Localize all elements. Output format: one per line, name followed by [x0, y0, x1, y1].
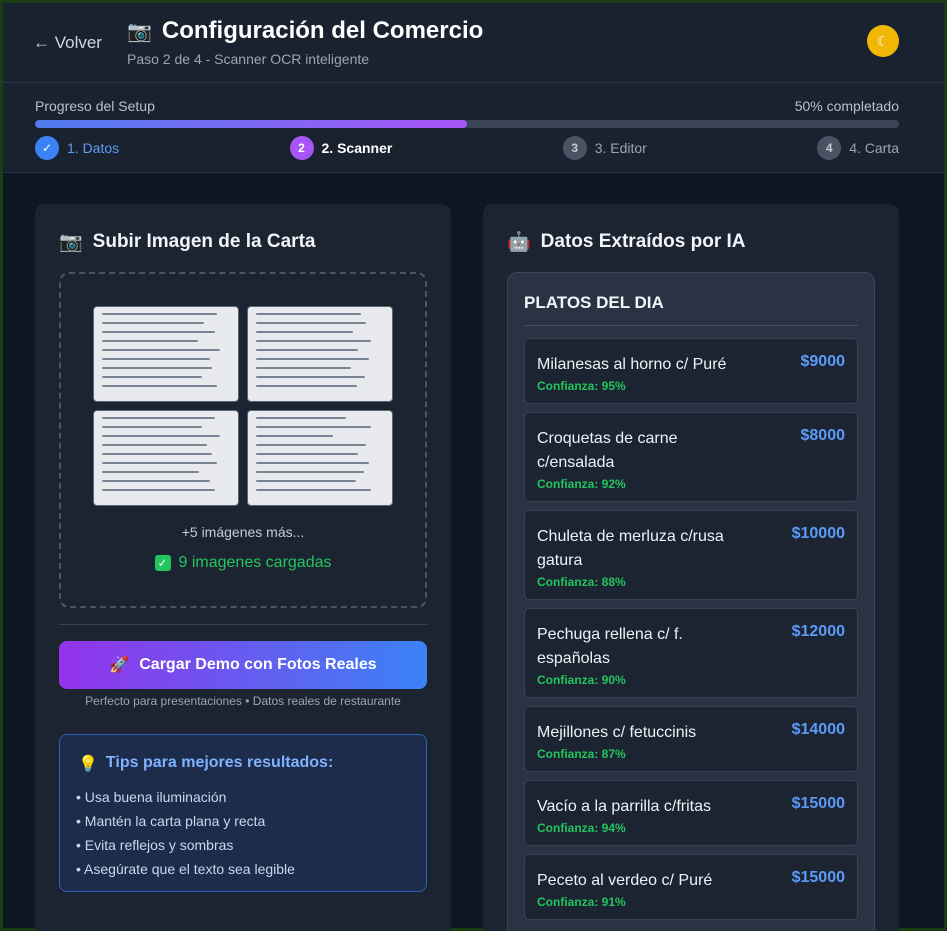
dish-card[interactable]: Chuleta de merluza c/rusa gatura $10000 …: [524, 510, 858, 600]
dish-price: $8000: [800, 427, 846, 444]
step-editor[interactable]: 3 3. Editor: [562, 136, 647, 160]
lightbulb-icon: 💡: [78, 756, 98, 773]
dish-name: Mejillones c/ fetuccinis: [537, 724, 697, 741]
upload-title-text: Subir Imagen de la Carta: [92, 231, 316, 252]
dish-name: Peceto al verdeo c/ Puré: [537, 872, 713, 889]
load-demo-button[interactable]: 🚀 Cargar Demo con Fotos Reales: [59, 641, 427, 689]
tips-list: Usa buena iluminación Mantén la carta pl…: [76, 785, 295, 881]
tips-title-text: Tips para mejores resultados:: [105, 754, 334, 771]
dish-card[interactable]: Milanesas al horno c/ Puré $9000 Confian…: [524, 338, 858, 404]
dish-card[interactable]: Vacío a la parrilla c/fritas $15000 Conf…: [524, 780, 858, 846]
check-icon: ✓: [154, 555, 171, 571]
rocket-icon: 🚀: [109, 657, 130, 674]
dish-name: Croquetas de carne c/ensalada: [537, 430, 678, 471]
dish-price: $10000: [791, 525, 845, 542]
step-number: 2: [289, 136, 314, 160]
dish-confidence: Confianza: 91%: [537, 895, 626, 909]
dish-card[interactable]: Pechuga rellena c/ f. españolas $12000 C…: [524, 608, 858, 698]
step-datos[interactable]: ✓ 1. Datos: [35, 136, 119, 160]
dish-price: $14000: [791, 721, 845, 738]
progress-label: Progreso del Setup: [35, 98, 155, 114]
top-header: ← Volver 📷 Configuración del Comercio Pa…: [3, 3, 944, 83]
step-label: 4. Carta: [849, 140, 899, 156]
tip-item: Asegúrate que el texto sea legible: [76, 857, 295, 881]
step-label: 3. Editor: [594, 140, 647, 156]
dish-price: $15000: [791, 869, 845, 886]
upload-panel-title: 📷 Subir Imagen de la Carta: [59, 230, 315, 254]
extracted-section: PLATOS DEL DIA Milanesas al horno c/ Pur…: [507, 272, 875, 931]
menu-photo-thumbnail[interactable]: [93, 306, 239, 402]
dish-confidence: Confianza: 88%: [537, 575, 626, 589]
dish-price: $12000: [791, 623, 845, 640]
dish-name: Vacío a la parrilla c/fritas: [537, 798, 711, 815]
step-number: 4: [817, 136, 842, 160]
upload-panel: 📷 Subir Imagen de la Carta +5 imágenes m…: [35, 204, 451, 931]
divider: [59, 624, 427, 625]
divider: [524, 325, 858, 326]
step-number: 3: [562, 136, 587, 160]
progress-status: 50% completado: [794, 98, 899, 114]
page-title: 📷 Configuración del Comercio: [127, 17, 483, 45]
menu-photo-thumbnail[interactable]: [93, 410, 239, 506]
step-label: 1. Datos: [67, 140, 120, 156]
page-subtitle: Paso 2 de 4 - Scanner OCR inteligente: [127, 51, 370, 67]
progress-bar-fill: [35, 120, 467, 128]
progress-bar: [35, 120, 899, 128]
step-scanner[interactable]: 2 2. Scanner: [289, 136, 393, 160]
dish-name: Chuleta de merluza c/rusa gatura: [537, 528, 724, 569]
menu-photo-thumbnail[interactable]: [247, 306, 393, 402]
dish-card[interactable]: Croquetas de carne c/ensalada $8000 Conf…: [524, 412, 858, 502]
tip-item: Evita reflejos y sombras: [76, 833, 295, 857]
images-loaded-status: ✓ 9 imagenes cargadas: [61, 554, 425, 572]
step-label: 2. Scanner: [321, 140, 393, 156]
page-title-text: Configuración del Comercio: [161, 17, 484, 44]
camera-icon: 📷: [127, 20, 152, 43]
dish-price: $15000: [791, 795, 845, 812]
tips-box: 💡 Tips para mejores resultados: Usa buen…: [59, 734, 427, 892]
extracted-title-text: Datos Extraídos por IA: [540, 231, 746, 252]
images-loaded-text: 9 imagenes cargadas: [178, 554, 332, 571]
dish-confidence: Confianza: 87%: [537, 747, 626, 761]
menu-photo-thumbnail[interactable]: [247, 410, 393, 506]
setup-progress: Progreso del Setup 50% completado ✓ 1. D…: [3, 83, 944, 173]
dish-price: $9000: [800, 353, 846, 370]
moon-icon: ☾: [876, 32, 890, 49]
dish-card[interactable]: Peceto al verdeo c/ Puré $15000 Confianz…: [524, 854, 858, 920]
extracted-data-panel: 🤖 Datos Extraídos por IA PLATOS DEL DIA …: [483, 204, 899, 931]
tip-item: Usa buena iluminación: [76, 785, 295, 809]
image-thumbnails: [93, 306, 393, 506]
dish-name: Pechuga rellena c/ f. españolas: [537, 626, 683, 667]
dish-card[interactable]: Mejillones c/ fetuccinis $14000 Confianz…: [524, 706, 858, 772]
check-icon: ✓: [35, 136, 59, 160]
tips-title: 💡 Tips para mejores resultados:: [78, 754, 333, 774]
upload-dropzone[interactable]: +5 imágenes más... ✓ 9 imagenes cargadas: [59, 272, 427, 608]
title-block: 📷 Configuración del Comercio Paso 2 de 4…: [127, 17, 483, 67]
theme-toggle-button[interactable]: ☾: [867, 25, 899, 57]
tip-item: Mantén la carta plana y recta: [76, 809, 295, 833]
dish-confidence: Confianza: 92%: [537, 477, 626, 491]
dish-name: Milanesas al horno c/ Puré: [537, 356, 727, 373]
dish-confidence: Confianza: 95%: [537, 379, 626, 393]
load-demo-label: Cargar Demo con Fotos Reales: [139, 656, 377, 673]
more-images-text: +5 imágenes más...: [181, 524, 305, 540]
demo-note: Perfecto para presentaciones • Datos rea…: [85, 694, 401, 708]
step-list: ✓ 1. Datos 2 2. Scanner 3 3. Editor 4 4.…: [35, 135, 899, 161]
extracted-panel-title: 🤖 Datos Extraídos por IA: [507, 230, 746, 254]
back-button[interactable]: ← Volver: [33, 33, 102, 53]
step-carta[interactable]: 4 4. Carta: [817, 136, 899, 160]
dish-confidence: Confianza: 90%: [537, 673, 626, 687]
dish-confidence: Confianza: 94%: [537, 821, 626, 835]
camera-icon: 📷: [59, 232, 83, 253]
robot-icon: 🤖: [507, 232, 531, 253]
section-title: PLATOS DEL DIA: [524, 293, 664, 312]
